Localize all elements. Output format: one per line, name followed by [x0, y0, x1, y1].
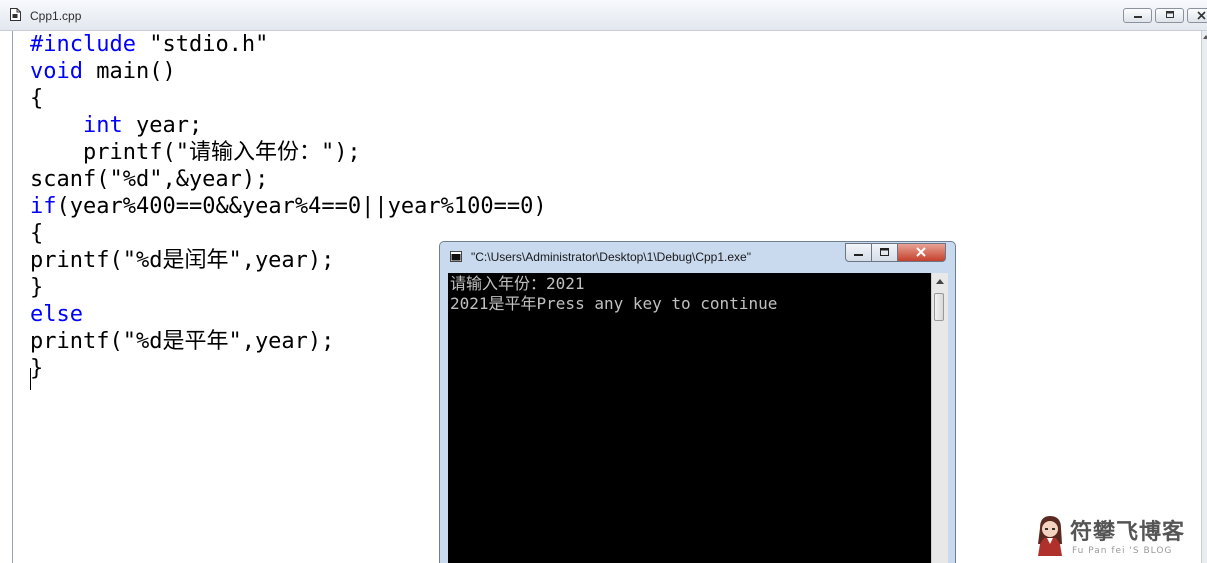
editor-restore-button[interactable]	[1155, 8, 1184, 23]
code-line: void main()	[30, 58, 176, 85]
code-text: (year%400==0&&year%4==0||year%100==0)	[56, 194, 547, 219]
code-line: int year;	[30, 112, 202, 139]
editor-gutter	[0, 31, 13, 563]
document-title: Cpp1.cpp	[30, 9, 82, 23]
selection-margin	[13, 31, 30, 563]
editor-minimize-button[interactable]	[1123, 8, 1152, 23]
editor-vertical-scrollbar[interactable]	[1201, 31, 1207, 563]
text-caret	[30, 368, 31, 390]
console-close-button[interactable]	[897, 243, 946, 262]
editor-titlebar: Cpp1.cpp	[0, 0, 1207, 31]
restore-icon	[880, 248, 889, 256]
console-window: "C:\Users\Administrator\Desktop\1\Debug\…	[439, 241, 956, 563]
code-text: printf("%d是平年",year);	[30, 329, 335, 354]
console-minimize-button[interactable]	[845, 243, 872, 262]
restore-icon	[1166, 11, 1174, 18]
console-restore-button[interactable]	[871, 243, 898, 262]
code-line: printf("%d是平年",year);	[30, 328, 334, 355]
code-keyword: else	[30, 302, 83, 327]
code-text: {	[30, 221, 44, 246]
code-line: printf("请输入年份：");	[30, 139, 361, 166]
code-line: {	[30, 220, 43, 247]
scroll-up-arrow-icon[interactable]	[1203, 35, 1207, 39]
code-line: if(year%400==0&&year%4==0||year%100==0)	[30, 193, 547, 220]
close-icon	[1197, 11, 1206, 20]
code-line: {	[30, 85, 43, 112]
code-line: printf("%d是闰年",year);	[30, 247, 334, 274]
scroll-up-arrow-icon[interactable]	[936, 279, 944, 284]
console-line: 2021是平年Press any key to continue	[450, 294, 778, 313]
minimize-icon	[1134, 16, 1142, 18]
code-line: #include "stdio.h"	[30, 31, 268, 58]
code-text: printf("%d是闰年",year);	[30, 248, 335, 273]
code-text: scanf("%d",&year);	[30, 167, 269, 192]
code-line: scanf("%d",&year);	[30, 166, 268, 193]
watermark-subtitle: Fu Pan fei 'S BLOG	[1072, 546, 1173, 556]
code-line: }	[30, 355, 43, 382]
close-icon	[916, 247, 926, 257]
console-app-icon	[450, 251, 462, 262]
console-line: 请输入年份：2021	[450, 274, 585, 293]
editor-close-button[interactable]	[1187, 8, 1207, 23]
code-text: }	[30, 275, 44, 300]
avatar-icon	[1038, 516, 1062, 556]
watermark-title: 符攀飞博客	[1070, 519, 1186, 545]
minimize-icon	[854, 254, 863, 256]
scroll-thumb[interactable]	[934, 293, 944, 321]
code-keyword: int	[82, 113, 123, 138]
blog-watermark: 符攀飞博客 Fu Pan fei 'S BLOG	[1032, 514, 1202, 560]
console-title: "C:\Users\Administrator\Desktop\1\Debug\…	[471, 250, 751, 264]
console-titlebar[interactable]: "C:\Users\Administrator\Desktop\1\Debug\…	[440, 242, 955, 272]
code-keyword: #include	[30, 32, 136, 57]
code-text: main()	[82, 59, 176, 84]
code-line: else	[30, 301, 83, 328]
code-keyword: if	[30, 194, 57, 219]
console-output[interactable]: 请输入年份：2021 2021是平年Press any key to conti…	[448, 273, 931, 563]
code-line: }	[30, 274, 43, 301]
document-icon	[10, 8, 21, 21]
code-text: printf("请输入年份：");	[82, 140, 361, 165]
code-text: year;	[122, 113, 203, 138]
console-vertical-scrollbar[interactable]	[931, 273, 948, 563]
code-text: {	[30, 86, 44, 111]
code-text: }	[30, 356, 44, 381]
code-keyword: void	[30, 59, 83, 84]
code-text: "stdio.h"	[135, 32, 269, 57]
